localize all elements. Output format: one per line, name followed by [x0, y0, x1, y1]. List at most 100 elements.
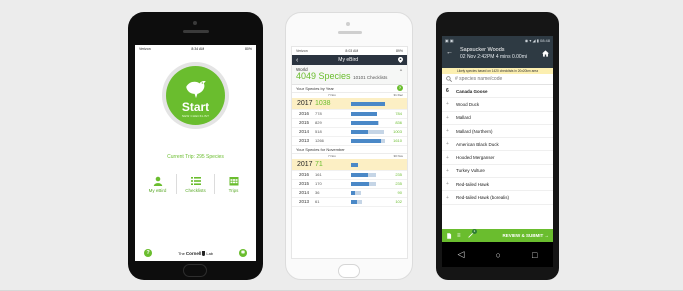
year-row[interactable]: 2016 778 784	[292, 110, 407, 119]
current-trip-link[interactable]: Current Trip: 295 Species	[135, 154, 256, 160]
period-bar	[351, 139, 381, 144]
clock-label: 8:34 AM	[191, 47, 205, 51]
clock-label: ◉ ▾ ◢ ▮ 08:48	[524, 38, 550, 43]
nav-trips[interactable]: Trips	[217, 170, 250, 198]
species-row[interactable]: + Red-tailed Hawk (borealis)	[442, 191, 553, 205]
year-label: 2016	[299, 172, 310, 178]
species-name: Mallard	[456, 115, 471, 121]
progress-bar	[351, 182, 385, 187]
year-row[interactable]: 2013 61 102	[292, 198, 407, 207]
species-name: Turkey Vulture	[456, 168, 485, 174]
species-name: Hooded Merganser	[456, 155, 495, 161]
add-species-icon[interactable]: +	[446, 141, 456, 147]
section-title: Your Species by Year	[296, 85, 334, 91]
carrier-label: Verizon	[139, 47, 151, 51]
document-icon[interactable]	[446, 232, 452, 239]
year-total: 784	[395, 111, 402, 117]
help-icon[interactable]: ?	[397, 85, 403, 92]
home-button[interactable]	[183, 264, 207, 277]
world-summary[interactable]: World ▲ 4049 Species 10101 Checklists	[292, 65, 407, 85]
new-checklist-label: NEW CHECKLIST	[181, 114, 210, 118]
home-icon[interactable]	[542, 50, 549, 57]
media-badge[interactable]: 1	[468, 229, 477, 239]
year-label: 2017	[297, 160, 313, 168]
add-species-icon[interactable]: +	[446, 115, 456, 121]
species-search-input[interactable]	[455, 76, 545, 82]
notification-icons: ▣ ▣	[445, 38, 454, 43]
search-icon	[446, 76, 452, 82]
species-row[interactable]: + American Black Duck	[442, 138, 553, 152]
year-row[interactable]: 2014 518 1003	[292, 128, 407, 137]
list-icon	[190, 176, 201, 185]
year-label: 2015	[299, 181, 310, 187]
year-total: 836	[395, 120, 402, 126]
species-name: Red-tailed Hawk (borealis)	[456, 195, 510, 201]
year-row[interactable]: 2015 829 836	[292, 119, 407, 128]
cornell-lab-logo: The Cornell Lab	[177, 250, 214, 256]
back-triangle-icon[interactable]: ◁	[458, 249, 465, 260]
species-row[interactable]: + Red-tailed Hawk	[442, 178, 553, 192]
review-submit-button[interactable]: REVIEW & SUBMIT →	[502, 233, 549, 238]
add-species-icon[interactable]: +	[446, 168, 456, 174]
year-row[interactable]: 2015 170 235	[292, 180, 407, 189]
year-label: 2016	[299, 111, 310, 117]
nav-checklists[interactable]: Checklists	[179, 170, 212, 198]
divider	[214, 174, 215, 194]
nav-label: Trips	[228, 187, 239, 193]
period-bar	[351, 191, 355, 196]
year-total: 102	[395, 199, 402, 205]
year-row[interactable]: 2017 1038	[292, 97, 407, 110]
species-count: 518	[315, 129, 322, 135]
year-total: 1610	[393, 138, 402, 144]
front-camera	[193, 21, 197, 25]
species-count[interactable]: 6	[446, 88, 456, 94]
species-row[interactable]: + Mallard (Northern)	[442, 125, 553, 139]
year-row[interactable]: 2017 71	[292, 158, 407, 171]
back-arrow-icon[interactable]: ←	[446, 49, 453, 56]
species-name: Mallard (Northern)	[456, 128, 493, 134]
year-row[interactable]: 2016 161 235	[292, 171, 407, 180]
add-species-icon[interactable]: +	[446, 181, 456, 187]
home-circle-icon[interactable]: ○	[496, 250, 501, 260]
species-count: 61	[315, 199, 320, 205]
bird-icon	[185, 81, 206, 99]
add-species-icon[interactable]: +	[446, 101, 456, 107]
year-label: 2013	[299, 138, 310, 144]
start-label: Start	[181, 100, 210, 114]
add-species-icon[interactable]: +	[446, 195, 456, 201]
likely-species-banner: Likely species based on 1420 checklists …	[442, 68, 553, 74]
start-checklist-button[interactable]: Start NEW CHECKLIST	[166, 66, 225, 125]
nav-my-ebird[interactable]: My eBird	[141, 170, 174, 198]
species-row[interactable]: + Turkey Vulture	[442, 165, 553, 179]
species-name: American Black Duck	[456, 141, 499, 147]
recents-square-icon[interactable]: □	[532, 250, 537, 260]
progress-bar	[351, 191, 385, 196]
add-species-icon[interactable]: +	[446, 128, 456, 134]
year-row[interactable]: 2013 1266 1610	[292, 137, 407, 146]
species-row[interactable]: + Hooded Merganser	[442, 151, 553, 165]
ebird-home-screen: Verizon 8:34 AM 80% Start NEW CHECKLIST …	[135, 45, 256, 261]
home-button[interactable]	[338, 264, 360, 278]
year-row[interactable]: 2014 36 90	[292, 189, 407, 198]
progress-bar	[351, 112, 385, 117]
species-list: 6 Canada Goose + Wood Duck + Mallard + Mallard …	[442, 85, 553, 205]
year-label: 2015	[299, 120, 310, 126]
person-icon	[153, 176, 162, 186]
species-row[interactable]: + Mallard	[442, 112, 553, 125]
species-row[interactable]: + Wood Duck	[442, 98, 553, 112]
species-row[interactable]: 6 Canada Goose	[442, 85, 553, 99]
species-search[interactable]	[442, 74, 553, 85]
back-chevron-icon[interactable]: ‹	[296, 57, 298, 64]
settings-gear-icon[interactable]: ✱	[238, 249, 247, 257]
collapse-caret-icon[interactable]: ▲	[399, 67, 403, 72]
year-total: 1003	[393, 129, 402, 135]
species-count: 1266	[315, 138, 324, 144]
world-species-count: 4049 Species 10101 Checklists	[296, 71, 388, 81]
help-icon[interactable]: ?	[144, 249, 152, 257]
checklist-entry-screen: ▣ ▣ ◉ ▾ ◢ ▮ 08:48 ← Sapsucker Woods 02 N…	[442, 36, 553, 267]
location-pin-icon[interactable]	[397, 57, 403, 63]
filter-lines-icon[interactable]: ≡	[457, 233, 463, 239]
add-species-icon[interactable]: +	[446, 155, 456, 161]
year-label: 2013	[299, 199, 310, 205]
year-label: 2014	[299, 129, 310, 135]
